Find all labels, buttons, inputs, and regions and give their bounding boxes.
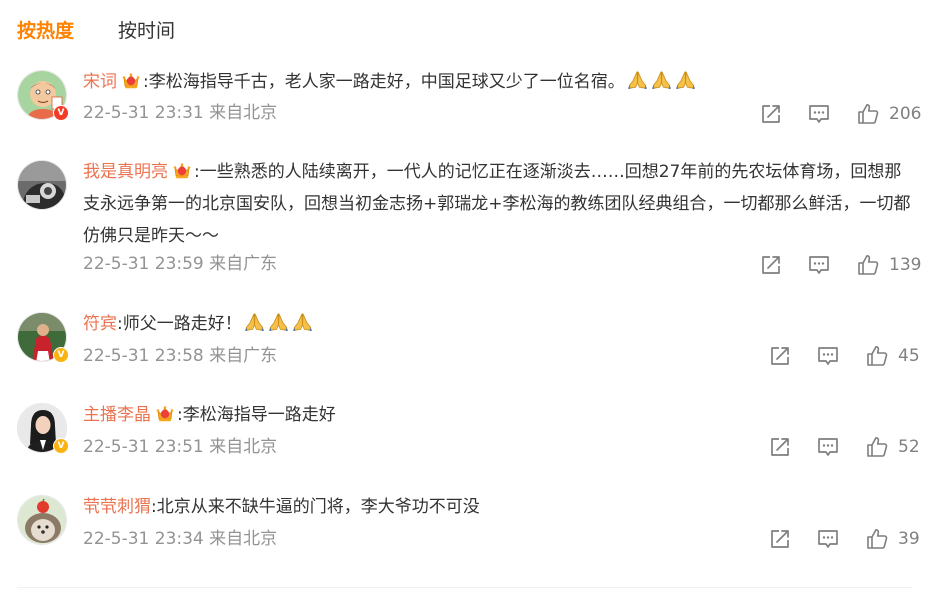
comment-username[interactable]: 茕茕刺猬 [83, 497, 151, 517]
thumbs-up-icon [856, 102, 880, 126]
comment-location: 来自广东 [209, 254, 278, 274]
comment-username[interactable]: 主播李晶 [83, 405, 151, 425]
like-count: 52 [898, 437, 920, 457]
thumbs-up-icon [865, 435, 889, 459]
thumbs-up-icon [865, 527, 889, 551]
comment-username[interactable]: 我是真明亮 [83, 162, 168, 182]
comment-time: 22-5-31 23:59 [83, 254, 204, 274]
sort-tabs: 按热度 按时间 [17, 16, 175, 46]
like-count: 139 [889, 255, 922, 275]
comment-text-block: 茕茕刺猬:北京从来不缺牛逼的门将，李大爷功不可没 [83, 491, 913, 523]
comment-username[interactable]: 宋词 [83, 72, 117, 92]
thumbs-up-icon [865, 344, 889, 368]
tab-sort-by-hot[interactable]: 按热度 [17, 17, 74, 45]
praying-hands-emoji [626, 70, 649, 90]
praying-hands-emoji [267, 312, 290, 332]
share-icon[interactable] [768, 344, 792, 368]
comment-username[interactable]: 符宾 [83, 314, 117, 334]
thumbs-up-icon [856, 253, 880, 277]
comment-time: 22-5-31 23:31 [83, 103, 204, 123]
praying-hands-emoji [650, 70, 673, 90]
comment-meta: 22-5-31 23:58 来自广东 [83, 344, 277, 368]
reply-icon[interactable] [816, 344, 840, 368]
verified-badge-icon: V [53, 347, 69, 363]
comment-text-block: 主播李晶:李松海指导一路走好 [83, 399, 913, 431]
crown-badge-icon [172, 162, 192, 180]
like-button[interactable]: 52 [865, 435, 920, 459]
avatar[interactable]: V [17, 70, 69, 122]
comment-content: 一些熟悉的人陆续离开，一代人的记忆正在逐渐淡去……回想27年前的先农坛体育场，回… [83, 162, 911, 246]
praying-hands-emoji [291, 312, 314, 332]
reply-icon[interactable] [816, 435, 840, 459]
crown-badge-icon [155, 405, 175, 423]
praying-hands-emoji [243, 312, 266, 332]
like-button[interactable]: 45 [865, 344, 920, 368]
like-count: 206 [889, 104, 922, 124]
avatar[interactable] [17, 160, 69, 212]
reply-icon[interactable] [807, 102, 831, 126]
comment-meta: 22-5-31 23:59 来自广东 [83, 252, 277, 276]
comment-time: 22-5-31 23:51 [83, 437, 204, 457]
comment-content: 李松海指导一路走好 [182, 405, 336, 425]
comment-text-block: 我是真明亮:一些熟悉的人陆续离开，一代人的记忆正在逐渐淡去……回想27年前的先农… [83, 156, 913, 252]
verified-badge-icon: V [53, 105, 69, 121]
crown-badge-icon [121, 72, 141, 90]
avatar[interactable] [17, 495, 69, 547]
like-button[interactable]: 139 [856, 253, 921, 277]
comment-location: 来自北京 [209, 437, 278, 457]
avatar[interactable]: V [17, 403, 69, 455]
comment-content: 北京从来不缺牛逼的门将，李大爷功不可没 [156, 497, 480, 517]
like-button[interactable]: 206 [856, 102, 921, 126]
comment-location: 来自北京 [209, 103, 278, 123]
comment-meta: 22-5-31 23:51 来自北京 [83, 435, 277, 459]
like-button[interactable]: 39 [865, 527, 920, 551]
share-icon[interactable] [759, 102, 783, 126]
comment-time: 22-5-31 23:58 [83, 346, 204, 366]
praying-hands-emoji [674, 70, 697, 90]
comment-time: 22-5-31 23:34 [83, 529, 204, 549]
avatar[interactable]: V [17, 312, 69, 364]
comment-text-block: 宋词:李松海指导千古，老人家一路走好，中国足球又少了一位名宿。 [83, 66, 913, 98]
verified-badge-icon: V [53, 438, 69, 454]
share-icon[interactable] [768, 435, 792, 459]
share-icon[interactable] [768, 527, 792, 551]
share-icon[interactable] [759, 253, 783, 277]
like-count: 45 [898, 346, 920, 366]
comment-content: 李松海指导千古，老人家一路走好，中国足球又少了一位名宿。 [148, 72, 625, 92]
comment-location: 来自北京 [209, 529, 278, 549]
like-count: 39 [898, 529, 920, 549]
comment-meta: 22-5-31 23:31 来自北京 [83, 101, 277, 125]
divider [17, 587, 912, 588]
tab-sort-by-time[interactable]: 按时间 [118, 17, 175, 45]
reply-icon[interactable] [807, 253, 831, 277]
comment-text-block: 符宾:师父一路走好！ [83, 308, 913, 340]
comment-meta: 22-5-31 23:34 来自北京 [83, 527, 277, 551]
reply-icon[interactable] [816, 527, 840, 551]
comment-content: 师父一路走好！ [122, 314, 242, 334]
comment-location: 来自广东 [209, 346, 278, 366]
